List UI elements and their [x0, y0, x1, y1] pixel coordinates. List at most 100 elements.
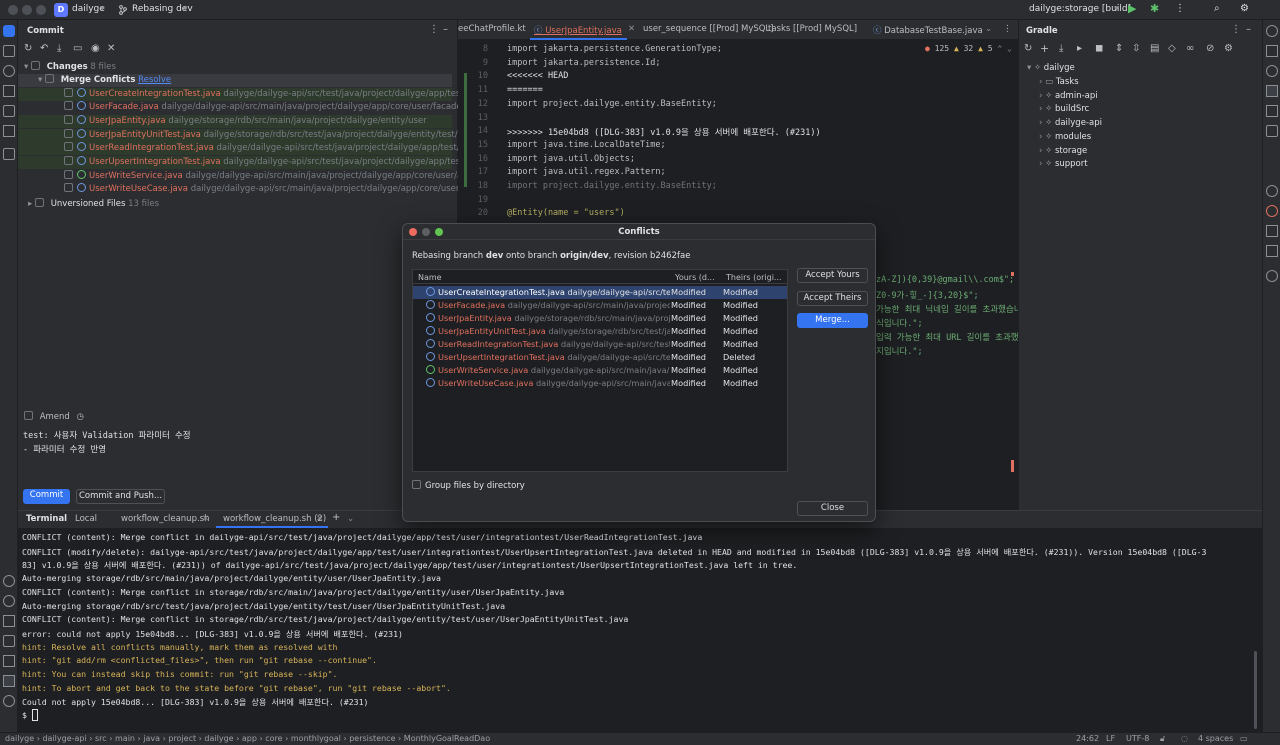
close-icon[interactable]: ✕: [316, 514, 323, 524]
accept-yours-button[interactable]: Accept Yours: [797, 268, 868, 283]
structure-tool-icon[interactable]: [3, 85, 15, 97]
notifications-icon[interactable]: [1266, 25, 1278, 37]
code-line[interactable]: @Entity(name = "users"): [507, 208, 625, 218]
problems-tool-icon[interactable]: [3, 635, 15, 647]
gradle-tree-item[interactable]: › ✧ admin-api: [1039, 91, 1098, 101]
changes-group[interactable]: ▾ Changes 8 files: [24, 61, 116, 74]
expand-all-icon[interactable]: ⇕: [1115, 43, 1123, 54]
settings-icon[interactable]: ⚙: [1224, 43, 1233, 54]
minimize-icon[interactable]: –: [1246, 24, 1251, 35]
plugin-icon[interactable]: [1266, 205, 1278, 217]
file-checkbox[interactable]: [64, 156, 73, 165]
list-item[interactable]: UserReadIntegrationTest.java dailyge/dai…: [18, 142, 497, 155]
resolve-link[interactable]: Resolve: [138, 75, 171, 85]
breadcrumb-item[interactable]: project: [168, 734, 196, 743]
code-line[interactable]: import jakarta.persistence.Id;: [507, 58, 661, 68]
amend-checkbox[interactable]: [24, 411, 33, 420]
code-line[interactable]: 식입니다.";: [876, 317, 923, 329]
column-name[interactable]: Name: [418, 273, 442, 282]
add-icon[interactable]: +: [1040, 42, 1049, 55]
breadcrumb-item[interactable]: MonthlyGoalReadDao: [404, 734, 490, 743]
tab-tasks[interactable]: tasks [[Prod] MySQL]: [768, 24, 857, 34]
table-row[interactable]: UserUpsertIntegrationTest.java dailyge/d…: [413, 351, 787, 364]
line-separator[interactable]: LF: [1106, 734, 1115, 743]
terminal-panel[interactable]: Terminal Local workflow_cleanup.sh ✕ wor…: [18, 510, 1262, 732]
table-row[interactable]: UserReadIntegrationTest.java dailyge/dai…: [413, 338, 787, 351]
build-tool-icon[interactable]: [3, 615, 15, 627]
file-checkbox[interactable]: [64, 101, 73, 110]
breadcrumb-item[interactable]: main: [115, 734, 135, 743]
code-line[interactable]: import java.time.LocalDateTime;: [507, 140, 666, 150]
merge-conflicts-group[interactable]: ▾ Merge Conflicts Resolve: [18, 74, 452, 87]
update-icon[interactable]: ⤓: [57, 43, 61, 54]
file-checkbox[interactable]: [64, 129, 73, 138]
unversioned-files-group[interactable]: ▸ Unversioned Files 13 files: [28, 198, 159, 211]
gradle-tree-item[interactable]: › ✧ modules: [1039, 132, 1091, 142]
table-row[interactable]: UserFacade.java dailyge/dailyge-api/src/…: [413, 299, 787, 312]
profiler-icon[interactable]: [1266, 270, 1278, 282]
tab-database-test-base[interactable]: ⓒ DatabaseTestBase.java: [873, 24, 983, 36]
group-by-directory-option[interactable]: Group files by directory: [412, 480, 525, 491]
code-line[interactable]: 입력 가능한 최대 URL 길이를 초과했습니: [876, 331, 1034, 343]
file-checkbox[interactable]: [64, 170, 73, 179]
document-icon[interactable]: [1266, 225, 1278, 237]
refresh-icon[interactable]: ↻: [1024, 43, 1032, 54]
code-line[interactable]: import project.dailyge.entity.BaseEntity…: [507, 99, 717, 109]
maven-icon[interactable]: [1266, 65, 1278, 77]
git-tool-icon[interactable]: [3, 65, 15, 77]
more-icon[interactable]: ⋮: [1231, 24, 1241, 35]
download-icon[interactable]: ⤓: [1059, 43, 1063, 54]
offline-icon[interactable]: ⊘: [1206, 43, 1214, 54]
breadcrumb-item[interactable]: src: [95, 734, 107, 743]
breadcrumb-item[interactable]: monthlygoal: [291, 734, 341, 743]
file-checkbox[interactable]: [64, 115, 73, 124]
chevron-down-icon[interactable]: ⌄: [347, 514, 354, 524]
hierarchy-icon[interactable]: [3, 125, 15, 137]
gradle-root[interactable]: ▾ ✧ dailyge: [1027, 63, 1075, 73]
services-icon[interactable]: [3, 575, 15, 587]
code-line[interactable]: >>>>>>> 15e04bd8 ([DLG-383] v1.0.9을 상용 서…: [507, 126, 821, 138]
code-line[interactable]: import jakarta.persistence.GenerationTyp…: [507, 44, 722, 54]
commit-message-input[interactable]: test: 사용자 Validation 파라미터 수정 - 파라미터 수정 반…: [23, 429, 191, 457]
close-icon[interactable]: ✕: [202, 514, 209, 524]
more-icon[interactable]: ⋮: [1175, 3, 1185, 14]
collapse-all-icon[interactable]: ⇳: [1132, 43, 1140, 54]
table-row[interactable]: UserWriteUseCase.java dailyge/dailyge-ap…: [413, 377, 787, 390]
breadcrumb-item[interactable]: java: [143, 734, 160, 743]
table-row[interactable]: UserJpaEntityUnitTest.java dailyge/stora…: [413, 325, 787, 338]
gradle-tree-item[interactable]: › ▭ Tasks: [1039, 77, 1079, 87]
tab-chat-profile[interactable]: eeChatProfile.kt: [458, 24, 526, 34]
terminal-tool-icon[interactable]: [3, 675, 15, 687]
list-item[interactable]: UserUpsertIntegrationTest.java dailyge/d…: [18, 156, 499, 169]
pull-requests-icon[interactable]: [3, 105, 15, 117]
merge-button[interactable]: Merge...: [797, 313, 868, 328]
gradle-tree-item[interactable]: › ✧ storage: [1039, 146, 1087, 156]
close-icon[interactable]: ✕: [628, 24, 635, 34]
code-line[interactable]: import java.util.regex.Pattern;: [507, 167, 666, 177]
project-badge[interactable]: D: [54, 3, 68, 17]
commit-and-push-button[interactable]: Commit and Push...: [76, 489, 165, 504]
gradle-tree-item[interactable]: › ✧ dailyge-api: [1039, 118, 1102, 128]
breadcrumb-item[interactable]: dailyge: [204, 734, 233, 743]
history-icon[interactable]: ◷: [77, 412, 84, 422]
merge-conflicts-checkbox[interactable]: [44, 74, 54, 83]
project-tool-icon[interactable]: [3, 45, 15, 57]
coverage-icon[interactable]: [1266, 245, 1278, 257]
tab-user-jpa-entity[interactable]: ⓒ UserJpaEntity.java: [534, 24, 622, 36]
minimize-icon[interactable]: –: [443, 24, 448, 35]
run-icon[interactable]: ▶: [1128, 2, 1136, 15]
rollback-icon[interactable]: ↶: [40, 43, 48, 54]
stop-icon[interactable]: ◼: [1095, 43, 1103, 54]
add-icon[interactable]: +: [332, 512, 340, 523]
todo-tool-icon[interactable]: [3, 655, 15, 667]
ai-assistant-icon[interactable]: [1266, 125, 1278, 137]
window-zoom-button[interactable]: [36, 5, 46, 15]
search-everywhere-icon[interactable]: ⌕: [1214, 3, 1220, 14]
caret-position[interactable]: 24:62: [1076, 734, 1099, 743]
file-encoding[interactable]: UTF-8: [1126, 734, 1149, 743]
shelve-icon[interactable]: ▭: [73, 43, 82, 54]
list-item[interactable]: UserJpaEntityUnitTest.java dailyge/stora…: [18, 129, 476, 142]
list-item[interactable]: UserCreateIntegrationTest.java dailyge/d…: [18, 88, 496, 101]
database-icon[interactable]: [1266, 45, 1278, 57]
eye-icon[interactable]: ◉: [91, 43, 100, 54]
